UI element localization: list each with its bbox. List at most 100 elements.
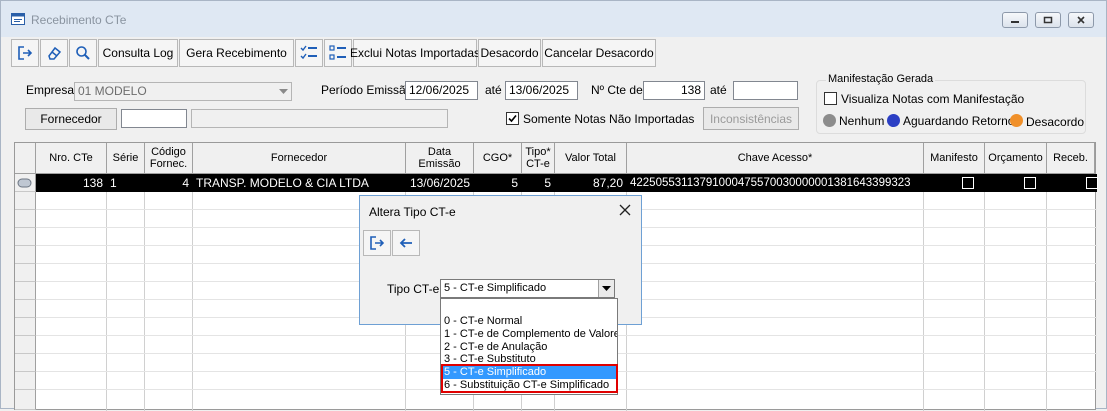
fornecedor-button[interactable]: Fornecedor xyxy=(25,108,117,130)
title-bar: Recebimento CTe xyxy=(1,1,1106,37)
arrow-left-icon xyxy=(399,238,412,248)
search-icon xyxy=(76,46,90,60)
select-arrow-button[interactable] xyxy=(598,280,614,297)
header-data-line1: Data xyxy=(427,146,452,158)
chevron-down-icon xyxy=(602,285,611,291)
row-indicator[interactable] xyxy=(15,282,36,300)
chevron-down-icon xyxy=(279,89,288,94)
maximize-button[interactable] xyxy=(1035,12,1061,28)
row-indicator[interactable] xyxy=(15,246,36,264)
checklist-button[interactable] xyxy=(295,39,323,67)
periodo-inicio-field[interactable]: 12/06/2025 xyxy=(405,81,478,100)
row-indicator[interactable] xyxy=(15,192,36,210)
header-data-emissao[interactable]: Data Emissão xyxy=(406,143,474,174)
header-orcamento[interactable]: Orçamento xyxy=(985,143,1047,174)
minimize-button[interactable] xyxy=(1002,12,1028,28)
fornecedor-name-field xyxy=(191,109,448,128)
legend-desacordo: Desacordo xyxy=(1026,115,1085,129)
dialog-exit-button[interactable] xyxy=(363,230,391,256)
ate-label: até xyxy=(485,83,502,97)
row-indicator[interactable] xyxy=(15,228,36,246)
periodo-label: Período Emissão xyxy=(321,83,413,97)
empresa-value: 01 MODELO xyxy=(78,84,147,98)
cancelar-desacordo-button[interactable]: Cancelar Desacordo xyxy=(542,39,656,67)
exit-button[interactable] xyxy=(11,39,39,67)
cell-data-emissao: 13/06/2025 xyxy=(409,176,470,190)
tipo-cte-select[interactable]: 5 - CT-e Simplificado xyxy=(440,279,615,298)
inconsistencias-button[interactable]: Inconsistências xyxy=(703,107,799,130)
row-indicator[interactable] xyxy=(15,390,36,410)
cell-codigo-fornec: 4 xyxy=(182,176,189,190)
cell-serie: 1 xyxy=(110,176,117,190)
empresa-select[interactable]: 01 MODELO xyxy=(74,82,292,101)
header-fornecedor[interactable]: Fornecedor xyxy=(193,143,406,174)
cell-nro-cte: 138 xyxy=(82,176,103,190)
header-nro-cte[interactable]: Nro. CTe xyxy=(36,143,107,174)
eraser-icon xyxy=(48,46,62,60)
grid-header-indicator xyxy=(15,143,36,174)
checklist-icon xyxy=(300,45,317,60)
row-indicator[interactable] xyxy=(15,318,36,336)
option-substituicao-simplificado[interactable]: 6 - Substituição CT-e Simplificado xyxy=(441,379,617,392)
tipo-cte-label: Tipo CT-e xyxy=(387,282,440,296)
manifesto-checkbox[interactable] xyxy=(962,177,974,189)
option-cte-substituto[interactable]: 3 - CT-e Substituto xyxy=(441,353,617,366)
header-valor-total[interactable]: Valor Total xyxy=(555,143,627,174)
option-cte-normal[interactable]: 0 - CT-e Normal xyxy=(441,315,617,328)
status-dot-nenhum xyxy=(823,114,836,127)
receb-checkbox[interactable] xyxy=(1086,177,1098,189)
clear-button[interactable] xyxy=(40,39,68,67)
desacordo-button[interactable]: Desacordo xyxy=(478,39,541,67)
row-indicator[interactable] xyxy=(15,354,36,372)
row-indicator[interactable] xyxy=(15,210,36,228)
somente-notas-checkbox[interactable] xyxy=(506,112,519,125)
header-tipo-line1: Tipo* xyxy=(525,146,551,158)
toolbar: Consulta Log Gera Recebimento Exclui Not… xyxy=(11,39,671,67)
dialog-title: Altera Tipo CT-e xyxy=(369,205,456,219)
header-codigo-fornec[interactable]: Código Fornec. xyxy=(145,143,193,174)
table-row[interactable]: 138 1 4 TRANSP. MODELO & CIA LTDA 13/06/… xyxy=(36,174,1098,192)
cell-valor-total: 87,20 xyxy=(592,176,623,190)
header-cgo[interactable]: CGO* xyxy=(474,143,522,174)
close-button[interactable] xyxy=(1068,12,1094,28)
consulta-log-button[interactable]: Consulta Log xyxy=(98,39,178,67)
header-codigo-line1: Código xyxy=(151,146,186,158)
list-button[interactable] xyxy=(324,39,352,67)
row-indicator[interactable] xyxy=(15,174,36,192)
visualiza-notas-label: Visualiza Notas com Manifestação xyxy=(841,92,1025,106)
header-serie[interactable]: Série xyxy=(107,143,145,174)
row-indicator[interactable] xyxy=(15,300,36,318)
dialog-back-button[interactable] xyxy=(392,230,420,256)
row-pointer-icon xyxy=(17,178,32,188)
cell-tipo-cte[interactable]: 5 xyxy=(522,174,554,192)
row-indicator[interactable] xyxy=(15,372,36,390)
cell-chave-acesso[interactable]: 4225055311379100047557003000000138164339… xyxy=(627,174,923,192)
window-title: Recebimento CTe xyxy=(31,13,127,27)
dialog-close-button[interactable] xyxy=(617,202,633,218)
option-cte-simplificado[interactable]: 5 - CT-e Simplificado xyxy=(441,366,617,379)
cell-cgo[interactable]: 5 xyxy=(474,174,521,192)
row-indicator[interactable] xyxy=(15,336,36,354)
visualiza-notas-checkbox[interactable] xyxy=(824,92,837,105)
main-window: Recebimento CTe Consulta Log Gera Recebi… xyxy=(0,0,1107,411)
list-icon xyxy=(329,45,346,60)
search-button[interactable] xyxy=(69,39,97,67)
orcamento-checkbox[interactable] xyxy=(1024,177,1036,189)
exclui-notas-button[interactable]: Exclui Notas Importadas xyxy=(350,39,480,67)
header-tipo-cte[interactable]: Tipo* CT-e xyxy=(522,143,555,174)
checkmark-icon xyxy=(508,114,517,123)
fornecedor-code-field[interactable] xyxy=(121,109,187,128)
minimize-icon xyxy=(1011,21,1019,23)
numero-cte-de-field[interactable]: 138 xyxy=(643,81,705,100)
empresa-label: Empresa xyxy=(26,83,75,97)
row-indicator[interactable] xyxy=(15,264,36,282)
periodo-fim-field[interactable]: 13/06/2025 xyxy=(505,81,578,100)
gera-recebimento-button[interactable]: Gera Recebimento xyxy=(179,39,294,67)
numero-cte-ate-field[interactable] xyxy=(733,81,798,100)
header-manifesto[interactable]: Manifesto xyxy=(924,143,985,174)
app-window-icon xyxy=(11,13,25,25)
header-receb[interactable]: Receb. xyxy=(1047,143,1095,174)
maximize-icon xyxy=(1043,16,1053,24)
header-chave-acesso[interactable]: Chave Acesso* xyxy=(627,143,924,174)
option-cte-complemento[interactable]: 1 - CT-e de Complemento de Valores xyxy=(441,328,617,341)
